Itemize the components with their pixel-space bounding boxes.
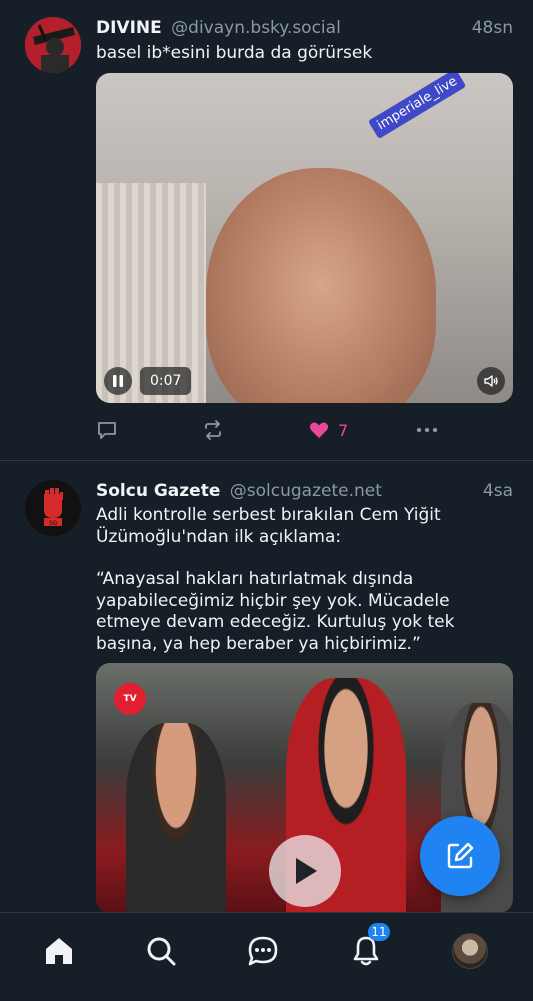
svg-text:SG: SG	[49, 520, 58, 527]
reply-button[interactable]	[96, 417, 118, 443]
video-player[interactable]: imperiale_live 0:07	[96, 73, 513, 403]
more-options-button[interactable]	[414, 417, 440, 443]
author-handle[interactable]: @divayn.bsky.social	[171, 18, 341, 38]
tab-home[interactable]	[39, 931, 79, 971]
avatar-image: SG	[25, 480, 81, 536]
like-count: 7	[338, 420, 349, 440]
tab-search[interactable]	[141, 931, 181, 971]
play-button[interactable]	[269, 835, 341, 907]
more-icon	[416, 427, 438, 433]
tv-channel-logo: TV	[114, 683, 146, 715]
play-icon	[296, 858, 317, 884]
author-name[interactable]: Solcu Gazete	[96, 481, 220, 501]
home-icon	[46, 938, 72, 964]
post-text-quote: “Anayasal hakları hatırlatmak dışında ya…	[96, 569, 455, 654]
search-icon	[147, 937, 176, 966]
chat-icon	[248, 936, 278, 966]
author-avatar[interactable]	[25, 17, 81, 73]
repost-button[interactable]	[202, 417, 224, 443]
video-frame-person	[126, 723, 226, 913]
post-text: basel ib*esini burda da görürsek	[96, 43, 513, 65]
feed-post[interactable]: DIVINE @divayn.bsky.social 48sn basel ib…	[0, 0, 533, 460]
tab-chat[interactable]	[243, 931, 283, 971]
post-time[interactable]: 4sa	[483, 481, 513, 501]
post-text-paragraph: Adli kontrolle serbest bırakılan Cem Yiğ…	[96, 505, 441, 547]
post-header: DIVINE @divayn.bsky.social 48sn	[96, 18, 513, 38]
heart-icon	[309, 422, 329, 438]
tab-profile-avatar[interactable]	[452, 933, 488, 969]
mute-button[interactable]	[477, 367, 505, 395]
pause-button[interactable]	[104, 367, 132, 395]
avatar-image	[25, 17, 81, 73]
video-duration: 0:07	[140, 367, 192, 395]
video-frame-subject	[206, 168, 436, 403]
bottom-tab-bar: 11	[0, 912, 533, 1001]
post-time[interactable]: 48sn	[472, 18, 513, 38]
video-watermark: imperiale_live	[368, 73, 467, 140]
repost-icon	[205, 420, 221, 440]
compose-icon	[447, 842, 474, 869]
post-text-paragraph: basel ib*esini burda da görürsek	[96, 43, 373, 63]
post-actions: 7	[96, 417, 513, 443]
author-handle[interactable]: @solcugazete.net	[230, 481, 382, 501]
like-button[interactable]: 7	[308, 417, 348, 443]
post-text: Adli kontrolle serbest bırakılan Cem Yiğ…	[96, 505, 513, 655]
notifications-count-badge: 11	[368, 923, 390, 941]
pause-icon	[113, 375, 123, 387]
reply-icon	[98, 422, 116, 439]
volume-icon	[484, 375, 498, 387]
compose-button[interactable]	[420, 816, 500, 896]
author-avatar[interactable]: SG	[25, 480, 81, 536]
author-name[interactable]: DIVINE	[96, 18, 162, 38]
post-header: Solcu Gazete @solcugazete.net 4sa	[96, 481, 513, 501]
